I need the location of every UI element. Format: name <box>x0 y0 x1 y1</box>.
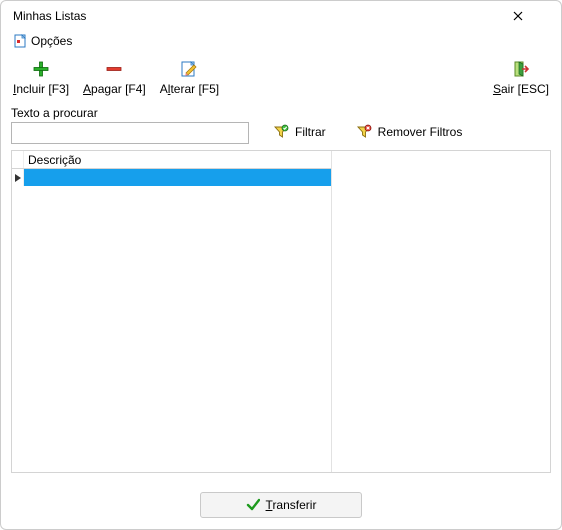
close-button[interactable] <box>513 11 553 21</box>
search-label: Texto a procurar <box>11 106 249 120</box>
filter-label: Filtrar <box>295 125 326 139</box>
options-menu[interactable]: Opções <box>9 33 76 49</box>
check-icon <box>246 498 260 512</box>
edit-button[interactable]: Alterar [F5] <box>156 57 223 98</box>
dialog-window: Minhas Listas Opções <box>0 0 562 530</box>
grid-header: Descrição <box>12 151 331 169</box>
exit-label: Sair [ESC] <box>493 82 549 96</box>
delete-button[interactable]: Apagar [F4] <box>79 57 150 98</box>
transfer-button[interactable]: Transferir <box>200 492 362 518</box>
window-title: Minhas Listas <box>13 9 513 23</box>
edit-label: Alterar [F5] <box>160 82 219 96</box>
table-row[interactable] <box>12 169 331 186</box>
search-group: Texto a procurar <box>11 106 249 144</box>
cell-descricao[interactable] <box>24 169 331 186</box>
delete-label: Apagar [F4] <box>83 82 146 96</box>
grid-indicator-header <box>12 151 24 168</box>
funnel-remove-icon <box>356 124 372 140</box>
document-icon <box>13 34 27 48</box>
minus-icon <box>104 59 124 79</box>
transfer-label: Transferir <box>266 498 317 512</box>
close-icon <box>513 11 523 21</box>
column-header-descricao[interactable]: Descrição <box>24 153 331 167</box>
clear-filter-button[interactable]: Remover Filtros <box>350 122 469 142</box>
grid-inner: Descrição <box>12 151 332 472</box>
exit-icon <box>511 59 531 79</box>
clear-filter-label: Remover Filtros <box>378 125 463 139</box>
bottom-bar: Transferir <box>1 481 561 529</box>
toolbar: Incluir [F3] Apagar [F4] Alterar [F5] <box>1 53 561 106</box>
exit-button[interactable]: Sair [ESC] <box>489 57 553 98</box>
grid[interactable]: Descrição <box>11 150 551 473</box>
row-indicator-icon <box>12 169 24 186</box>
menubar: Opções <box>1 31 561 53</box>
include-label: Incluir [F3] <box>13 82 69 96</box>
filter-button[interactable]: Filtrar <box>267 122 332 142</box>
funnel-icon <box>273 124 289 140</box>
edit-icon <box>179 59 199 79</box>
plus-icon <box>31 59 51 79</box>
filter-row: Texto a procurar Filtrar <box>1 106 561 150</box>
options-menu-label: Opções <box>31 34 72 48</box>
search-input[interactable] <box>11 122 249 144</box>
titlebar: Minhas Listas <box>1 1 561 31</box>
include-button[interactable]: Incluir [F3] <box>9 57 73 98</box>
